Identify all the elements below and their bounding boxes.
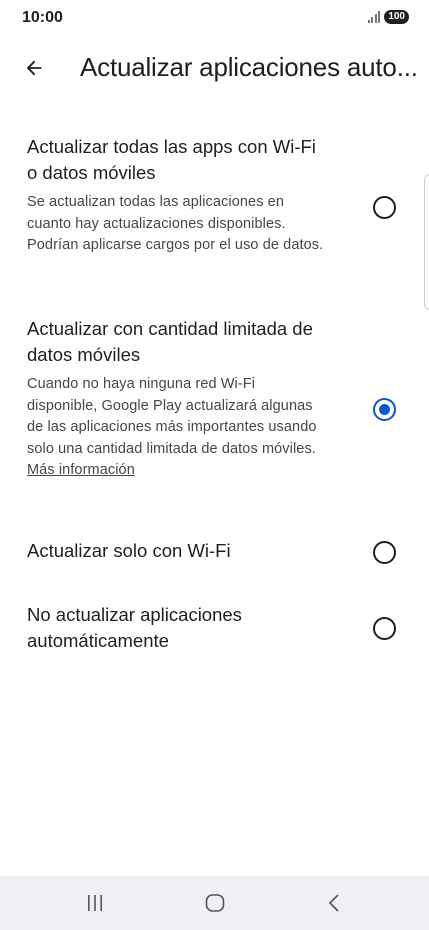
more-info-link[interactable]: Más información xyxy=(27,462,135,478)
status-icons: 100 xyxy=(367,10,409,24)
arrow-back-icon xyxy=(26,60,42,76)
signal-bars-icon xyxy=(367,11,381,23)
recent-apps-button[interactable] xyxy=(65,876,125,930)
recent-apps-icon xyxy=(88,895,102,911)
option-no-auto-update[interactable]: No actualizar aplicaciones automáticamen… xyxy=(0,602,429,662)
option-text: Actualizar solo con Wi-Fi xyxy=(27,538,327,564)
option-description: Se actualizan todas las aplicaciones en … xyxy=(27,194,324,253)
home-button[interactable] xyxy=(185,876,245,930)
option-description-text: Cuando no haya ninguna red Wi-Fi disponi… xyxy=(27,376,317,457)
home-icon xyxy=(205,894,225,912)
option-title: Actualizar solo con Wi-Fi xyxy=(27,540,231,561)
radio-button[interactable] xyxy=(373,196,396,219)
app-bar: Actualizar aplicaciones auto... xyxy=(0,44,429,92)
option-text: Actualizar todas las apps con Wi-Fi o da… xyxy=(27,134,327,257)
status-bar: 10:00 100 xyxy=(0,0,429,40)
option-title: No actualizar aplicaciones automáticamen… xyxy=(27,604,242,651)
option-text: Actualizar con cantidad limitada de dato… xyxy=(27,316,327,482)
radio-button-selected[interactable] xyxy=(373,398,396,421)
option-description: Cuando no haya ninguna red Wi-Fi disponi… xyxy=(27,374,327,482)
option-limited-data[interactable]: Actualizar con cantidad limitada de dato… xyxy=(0,316,429,506)
edge-panel-handle[interactable] xyxy=(424,174,429,310)
option-title: Actualizar todas las apps con Wi-Fi o da… xyxy=(27,136,316,183)
navigation-bar xyxy=(0,876,429,930)
nav-back-icon xyxy=(328,894,339,912)
nav-back-button[interactable] xyxy=(305,876,365,930)
radio-button[interactable] xyxy=(373,617,396,640)
status-time: 10:00 xyxy=(22,9,63,26)
option-all-networks[interactable]: Actualizar todas las apps con Wi-Fi o da… xyxy=(0,134,429,284)
option-title: Actualizar con cantidad limitada de dato… xyxy=(27,318,313,365)
option-text: No actualizar aplicaciones automáticamen… xyxy=(27,602,287,654)
option-wifi-only[interactable]: Actualizar solo con Wi-Fi xyxy=(0,536,429,576)
battery-icon: 100 xyxy=(384,10,409,24)
back-button[interactable] xyxy=(16,50,52,86)
radio-button[interactable] xyxy=(373,541,396,564)
page-title: Actualizar aplicaciones auto... xyxy=(80,52,418,82)
